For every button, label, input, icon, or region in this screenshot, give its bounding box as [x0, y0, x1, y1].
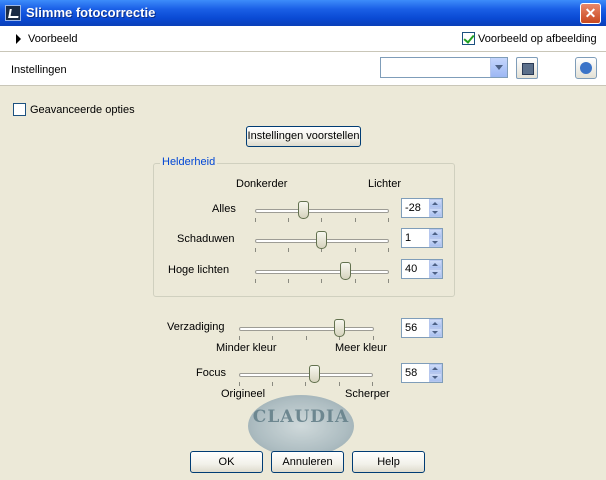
spin-down-icon[interactable]	[429, 238, 442, 247]
focus-label: Focus	[196, 367, 226, 379]
suggest-settings-button[interactable]: Instellingen voorstellen	[246, 126, 361, 147]
highlights-label: Hoge lichten	[168, 264, 230, 276]
help-button[interactable]: Help	[352, 451, 425, 473]
window-title: Slimme fotocorrectie	[26, 5, 156, 20]
highlights-slider-thumb[interactable]	[340, 262, 351, 280]
all-slider-track[interactable]	[255, 209, 389, 213]
saturation-label: Verzadiging	[167, 321, 225, 333]
tick	[388, 218, 389, 222]
tick	[288, 218, 289, 222]
tick	[255, 279, 256, 283]
highlights-value[interactable]: 40	[405, 263, 417, 275]
settings-label: Instellingen	[11, 64, 67, 76]
dialog-window: Slimme fotocorrectie ✕ Voorbeeld Voorbee…	[0, 0, 606, 480]
tick	[355, 218, 356, 222]
highlights-spinbox[interactable]: 40	[401, 259, 443, 279]
tick	[372, 382, 373, 386]
triangle-right-icon[interactable]	[16, 34, 21, 44]
watermark-logo: CLAUDIA	[248, 395, 354, 457]
tick	[321, 279, 322, 283]
tick	[321, 218, 322, 222]
preset-dropdown[interactable]	[380, 57, 508, 78]
save-disk-icon[interactable]	[516, 57, 538, 79]
shadows-spin-buttons	[429, 229, 442, 247]
chevron-down-icon[interactable]	[490, 58, 507, 77]
all-spinbox[interactable]: -28	[401, 198, 443, 218]
focus-slider-track[interactable]	[239, 373, 373, 377]
saturation-max-label: Meer kleur	[335, 342, 387, 354]
focus-spinbox[interactable]: 58	[401, 363, 443, 383]
all-value[interactable]: -28	[405, 202, 421, 214]
spin-up-icon[interactable]	[429, 260, 442, 269]
all-slider-thumb[interactable]	[298, 201, 309, 219]
saturation-min-label: Minder kleur	[216, 342, 277, 354]
spin-up-icon[interactable]	[429, 319, 442, 328]
focus-slider-ticks	[239, 382, 373, 386]
preview-on-image-checkbox[interactable]	[462, 32, 475, 45]
all-label: Alles	[212, 203, 236, 215]
tick	[373, 336, 374, 340]
focus-slider-thumb[interactable]	[309, 365, 320, 383]
saturation-spinbox[interactable]: 56	[401, 318, 443, 338]
shadows-slider-thumb[interactable]	[316, 231, 327, 249]
ok-button[interactable]: OK	[190, 451, 263, 473]
spin-down-icon[interactable]	[429, 269, 442, 278]
focus-max-label: Scherper	[345, 388, 390, 400]
tick	[339, 382, 340, 386]
focus-value[interactable]: 58	[405, 367, 417, 379]
shadows-value[interactable]: 1	[405, 232, 411, 244]
tick	[305, 382, 306, 386]
tick	[255, 248, 256, 252]
shadows-label: Schaduwen	[177, 233, 235, 245]
lighter-label: Lichter	[368, 178, 402, 190]
tick	[288, 248, 289, 252]
spin-up-icon[interactable]	[429, 199, 442, 208]
darker-label: Donkerder	[236, 178, 288, 190]
advanced-options-checkbox[interactable]	[13, 103, 26, 116]
preview-on-image-label[interactable]: Voorbeeld op afbeelding	[478, 33, 597, 45]
photo-app-icon	[5, 5, 21, 21]
tick	[272, 336, 273, 340]
highlights-slider-track[interactable]	[255, 270, 389, 274]
close-icon[interactable]: ✕	[580, 3, 601, 24]
cancel-button[interactable]: Annuleren	[271, 451, 344, 473]
spin-up-icon[interactable]	[429, 364, 442, 373]
brightness-legend: Helderheid	[160, 156, 218, 168]
saturation-slider-ticks	[239, 336, 374, 340]
tick	[306, 336, 307, 340]
tick	[288, 279, 289, 283]
all-spin-buttons	[429, 199, 442, 217]
focus-min-label: Origineel	[221, 388, 266, 400]
saturation-spin-buttons	[429, 319, 442, 337]
settings-bar: Instellingen	[0, 52, 606, 86]
preview-toggle-label[interactable]: Voorbeeld	[28, 33, 78, 45]
tick	[355, 248, 356, 252]
all-slider-ticks	[255, 218, 389, 222]
spin-up-icon[interactable]	[429, 229, 442, 238]
focus-spin-buttons	[429, 364, 442, 382]
preview-bar: Voorbeeld Voorbeeld op afbeelding	[0, 26, 606, 52]
tick	[272, 382, 273, 386]
highlights-slider-ticks	[255, 279, 389, 283]
tick	[388, 279, 389, 283]
reset-icon[interactable]	[575, 57, 597, 79]
highlights-spin-buttons	[429, 260, 442, 278]
tick	[255, 218, 256, 222]
tick	[239, 382, 240, 386]
tick	[355, 279, 356, 283]
watermark-text: CLAUDIA	[252, 407, 350, 427]
saturation-value[interactable]: 56	[405, 322, 417, 334]
title-bar: Slimme fotocorrectie ✕	[0, 0, 606, 26]
shadows-spinbox[interactable]: 1	[401, 228, 443, 248]
spin-down-icon[interactable]	[429, 328, 442, 337]
tick	[388, 248, 389, 252]
spin-down-icon[interactable]	[429, 373, 442, 382]
tick	[239, 336, 240, 340]
advanced-options-label[interactable]: Geavanceerde opties	[30, 104, 135, 116]
saturation-slider-thumb[interactable]	[334, 319, 345, 337]
saturation-slider-track[interactable]	[239, 327, 374, 331]
spin-down-icon[interactable]	[429, 208, 442, 217]
